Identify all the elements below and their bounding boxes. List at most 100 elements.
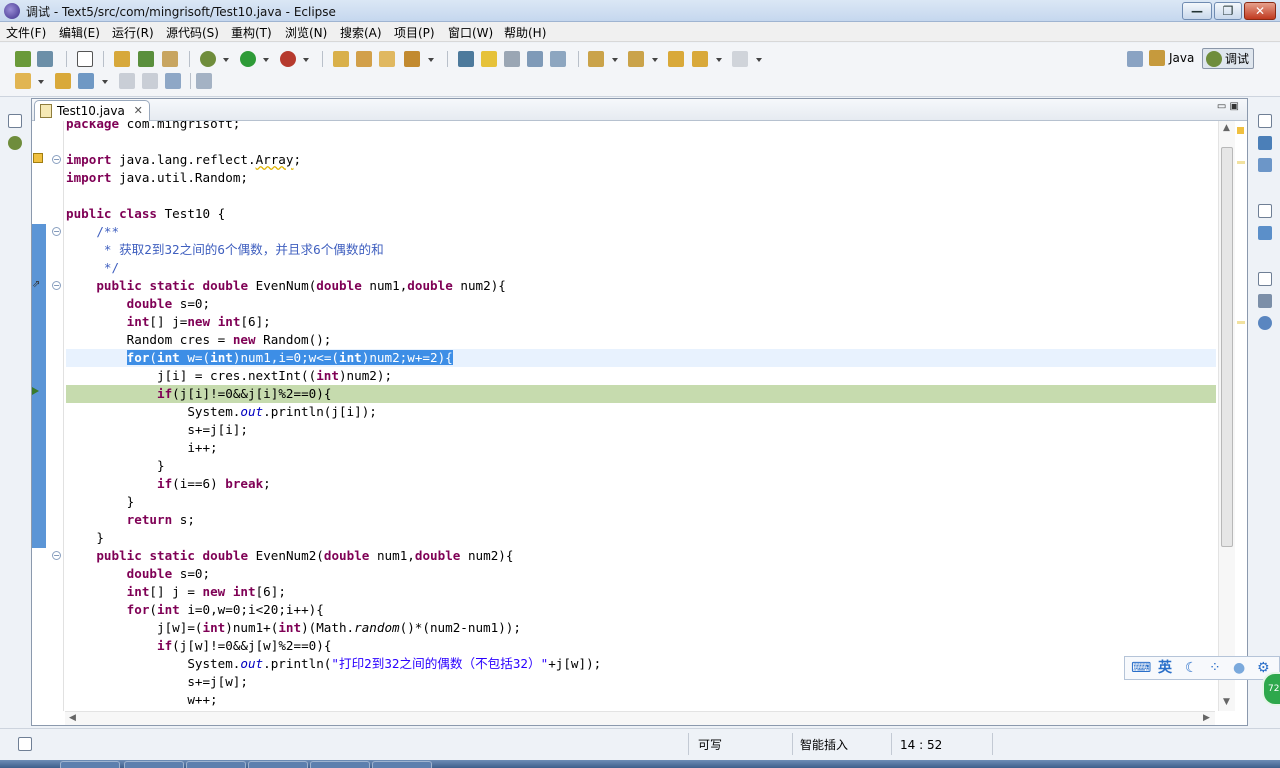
code-line[interactable]: i++;	[66, 439, 1216, 457]
code-line[interactable]: public static double EvenNum(double num1…	[66, 277, 1216, 295]
block-selection-icon[interactable]	[504, 51, 520, 67]
restore-view-icon[interactable]	[1258, 272, 1272, 286]
restore-view-icon[interactable]	[1258, 114, 1272, 128]
fold-toggle[interactable]: −	[52, 227, 61, 236]
code-line[interactable]: }	[66, 529, 1216, 547]
ime-user-icon[interactable]: ●	[1233, 660, 1245, 676]
menu-run[interactable]: 运行(R)	[112, 24, 154, 41]
code-lines[interactable]: package com.mingrisoft; import java.lang.…	[66, 121, 1216, 711]
code-line[interactable]: */	[66, 259, 1216, 277]
scroll-down-icon[interactable]: ▼	[1223, 697, 1230, 707]
save-icon[interactable]	[119, 73, 135, 89]
search-icon[interactable]	[404, 51, 420, 67]
new-junit-icon[interactable]	[138, 51, 154, 67]
editor-min-max-icon[interactable]: ▭ ▣	[1217, 101, 1239, 112]
code-line[interactable]: if(j[i]!=0&&j[i]%2==0){	[66, 385, 1216, 403]
menu-edit[interactable]: 编辑(E)	[59, 24, 100, 41]
outline-view-icon[interactable]	[1258, 226, 1272, 240]
code-line[interactable]: /**	[66, 223, 1216, 241]
new-class-icon[interactable]	[162, 51, 178, 67]
previous-annotation-icon[interactable]	[628, 51, 644, 67]
next-annotation-dropdown-icon[interactable]	[612, 58, 618, 62]
print-icon[interactable]	[165, 73, 181, 89]
code-line[interactable]: s+=j[w];	[66, 673, 1216, 691]
code-line[interactable]: Random cres = new Random();	[66, 331, 1216, 349]
show-whitespace-icon[interactable]	[550, 51, 566, 67]
import-icon[interactable]	[15, 51, 31, 67]
code-line[interactable]: for(int i=0,w=0;i<20;i++){	[66, 601, 1216, 619]
fold-toggle[interactable]: −	[52, 281, 61, 290]
checkbox-icon[interactable]	[77, 51, 93, 67]
code-line[interactable]: int[] j = new int[6];	[66, 583, 1216, 601]
vertical-scrollbar[interactable]: ▲ ▼	[1218, 121, 1235, 711]
code-line[interactable]: System.out.println("打印2到32之间的偶数（不包括32）"+…	[66, 655, 1216, 673]
new-project-icon[interactable]	[55, 73, 71, 89]
last-edit-icon[interactable]	[668, 51, 684, 67]
open-folder-icon[interactable]	[379, 51, 395, 67]
code-line[interactable]: double s=0;	[66, 295, 1216, 313]
forward-icon[interactable]	[732, 51, 748, 67]
fold-toggle[interactable]: −	[52, 155, 61, 164]
run-icon[interactable]	[240, 51, 256, 67]
fold-toggle[interactable]: −	[52, 551, 61, 560]
taskbar-button[interactable]	[60, 761, 120, 768]
ime-punctuation-icon[interactable]: ⁘	[1209, 660, 1221, 676]
debug-icon[interactable]	[200, 51, 216, 67]
restore-view-icon[interactable]	[1258, 204, 1272, 218]
code-line[interactable]: import java.lang.reflect.Array;	[66, 151, 1216, 169]
menu-refactor[interactable]: 重构(T)	[231, 24, 272, 41]
external-tools-icon[interactable]	[280, 51, 296, 67]
code-line[interactable]: for(int w=(int)num1,i=0;w<=(int)num2;w+=…	[66, 349, 1216, 367]
new-package-icon[interactable]	[114, 51, 130, 67]
debug-view-icon[interactable]	[8, 136, 22, 150]
new-icon[interactable]	[15, 73, 31, 89]
breakpoints-view-icon[interactable]	[1258, 316, 1272, 330]
ime-language-toggle[interactable]: 英	[1158, 660, 1172, 676]
code-line[interactable]: }	[66, 457, 1216, 475]
new-server-icon[interactable]	[78, 73, 94, 89]
restore-view-icon[interactable]	[8, 114, 22, 128]
code-line[interactable]: }	[66, 493, 1216, 511]
close-button[interactable]: ✕	[1244, 2, 1276, 20]
scroll-left-icon[interactable]: ◀	[69, 713, 76, 723]
tab-close-icon[interactable]: ✕	[134, 101, 143, 121]
save-all-icon[interactable]	[37, 51, 53, 67]
horizontal-scrollbar[interactable]: ◀ ▶	[65, 711, 1215, 725]
tab-test10-java[interactable]: Test10.java ✕	[34, 100, 150, 121]
back-dropdown-icon[interactable]	[716, 58, 722, 62]
skip-breakpoints-icon[interactable]	[196, 73, 212, 89]
scrollbar-thumb[interactable]	[1221, 147, 1233, 547]
code-line[interactable]: j[w]=(int)num1+(int)(Math.random()*(num2…	[66, 619, 1216, 637]
menu-file[interactable]: 文件(F)	[6, 24, 46, 41]
floating-badge[interactable]: 72	[1262, 672, 1280, 706]
scroll-right-icon[interactable]: ▶	[1203, 713, 1210, 723]
forward-dropdown-icon[interactable]	[756, 58, 762, 62]
code-line[interactable]: public class Test10 {	[66, 205, 1216, 223]
perspective-java[interactable]: Java	[1147, 48, 1194, 69]
debug-dropdown-icon[interactable]	[223, 58, 229, 62]
open-type-icon[interactable]	[333, 51, 349, 67]
menu-search[interactable]: 搜索(A)	[340, 24, 382, 41]
back-icon[interactable]	[692, 51, 708, 67]
open-perspective-icon[interactable]	[1127, 51, 1143, 67]
code-line[interactable]: int[] j=new int[6];	[66, 313, 1216, 331]
code-line[interactable]: public static double EvenNum2(double num…	[66, 547, 1216, 565]
taskbar-button[interactable]	[186, 761, 246, 768]
code-line[interactable]: package com.mingrisoft;	[66, 121, 1216, 133]
scroll-up-icon[interactable]: ▲	[1223, 123, 1230, 133]
maximize-button[interactable]: ❐	[1214, 2, 1242, 20]
code-line[interactable]: import java.util.Random;	[66, 169, 1216, 187]
toggle-breadcrumb-icon[interactable]	[458, 51, 474, 67]
new-server-dropdown-icon[interactable]	[102, 80, 108, 84]
new-dropdown-icon[interactable]	[38, 80, 44, 84]
search-dropdown-icon[interactable]	[428, 58, 434, 62]
show-source-icon[interactable]	[527, 51, 543, 67]
taskbar-button[interactable]	[248, 761, 308, 768]
code-line[interactable]	[66, 133, 1216, 151]
code-line[interactable]: double s=0;	[66, 565, 1216, 583]
menu-help[interactable]: 帮助(H)	[504, 24, 546, 41]
code-line[interactable]: w++;	[66, 691, 1216, 709]
fast-view-icon[interactable]	[18, 737, 32, 751]
previous-annotation-dropdown-icon[interactable]	[652, 58, 658, 62]
perspective-debug[interactable]: 调试	[1202, 48, 1255, 69]
